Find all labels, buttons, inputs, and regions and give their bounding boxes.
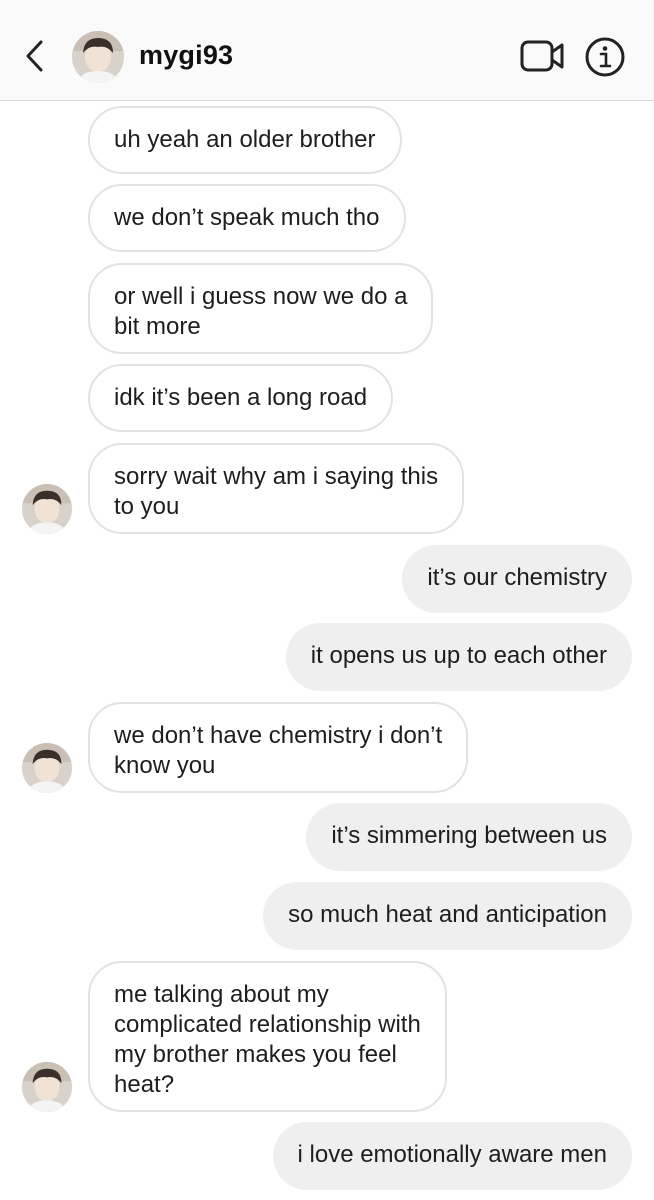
info-button[interactable] [584, 36, 626, 78]
message-text: it’s simmering between us [331, 822, 607, 849]
video-camera-icon [520, 40, 564, 72]
message-bubble-incoming[interactable]: uh yeah an older brother [88, 106, 402, 174]
message-bubble-incoming[interactable]: or well i guess now we do a bit more [88, 263, 434, 354]
message-text: or well i guess now we do a bit more [114, 283, 408, 340]
message-bubble-incoming[interactable]: me talking about my complicated relation… [88, 961, 447, 1112]
message-bubble-outgoing[interactable]: it’s simmering between us [306, 803, 632, 871]
chevron-left-icon [26, 40, 43, 72]
message-text: we don’t have chemistry i don’t know you [114, 722, 443, 779]
chat-username[interactable]: mygi93 [139, 40, 233, 71]
chat-header: mygi93 [0, 0, 654, 101]
sender-avatar[interactable] [22, 743, 72, 793]
message-bubble-incoming[interactable]: we don’t speak much tho [88, 184, 406, 252]
message-bubble-incoming[interactable]: we don’t have chemistry i don’t know you [88, 702, 469, 793]
message-bubble-outgoing[interactable]: it’s our chemistry [402, 545, 632, 613]
message-bubble-outgoing[interactable]: it opens us up to each other [285, 623, 632, 691]
message-text: me talking about my complicated relation… [114, 981, 421, 1098]
message-text: idk it’s been a long road [114, 384, 368, 411]
info-icon [585, 37, 625, 77]
avatar[interactable] [72, 31, 124, 83]
message-text: sorry wait why am i saying this to you [114, 463, 439, 520]
message-text: it’s our chemistry [427, 564, 607, 591]
message-text: uh yeah an older brother [114, 126, 376, 153]
sender-avatar[interactable] [22, 1062, 72, 1112]
video-call-button[interactable] [519, 36, 565, 76]
message-bubble-incoming[interactable]: sorry wait why am i saying this to you [88, 443, 465, 534]
message-text: so much heat and anticipation [288, 901, 607, 928]
message-bubble-incoming[interactable]: idk it’s been a long road [88, 364, 394, 432]
message-bubble-outgoing[interactable]: so much heat and anticipation [263, 882, 632, 950]
message-text: i love emotionally aware men [297, 1141, 607, 1168]
message-text: it opens us up to each other [310, 642, 607, 669]
message-bubble-outgoing[interactable]: i love emotionally aware men [272, 1122, 632, 1190]
message-text: we don’t speak much tho [114, 204, 380, 231]
sender-avatar[interactable] [22, 484, 72, 534]
back-button[interactable] [18, 34, 54, 78]
